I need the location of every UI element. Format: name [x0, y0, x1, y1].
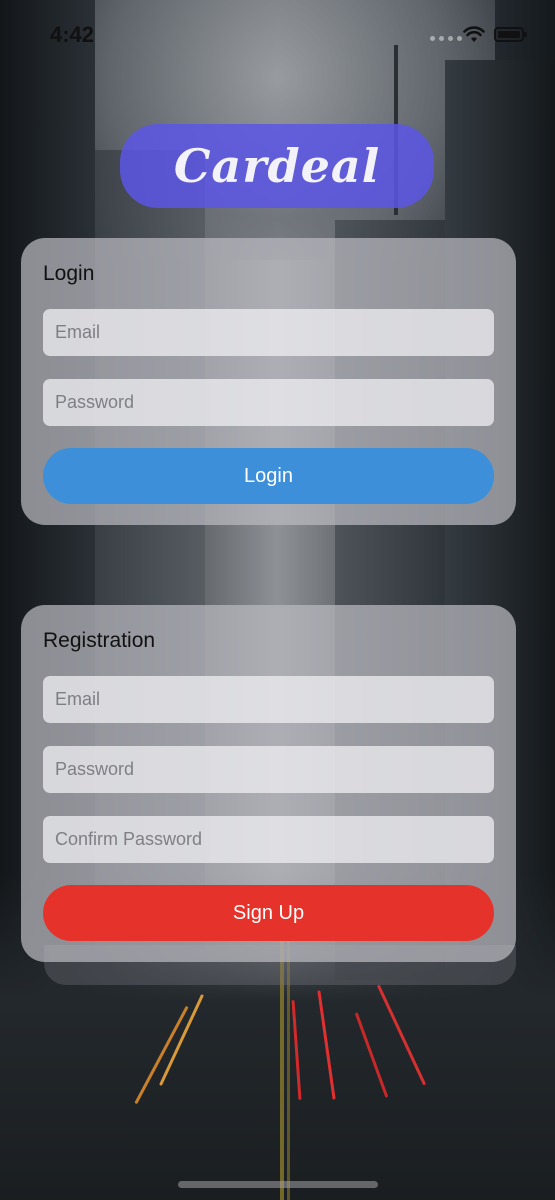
login-email-input[interactable] [53, 321, 494, 344]
registration-password-field[interactable] [43, 746, 494, 793]
app-logo-text: Cardeal [173, 139, 381, 193]
login-title: Login [43, 262, 95, 285]
wifi-icon [463, 26, 485, 42]
registration-password-input[interactable] [53, 758, 494, 781]
login-card: Login Login [21, 238, 516, 525]
login-button[interactable]: Login [43, 448, 494, 504]
registration-email-field[interactable] [43, 676, 494, 723]
registration-card: Registration Sign Up [21, 605, 516, 962]
login-password-input[interactable] [53, 391, 494, 414]
registration-confirm-password-input[interactable] [53, 828, 494, 851]
registration-email-input[interactable] [53, 688, 494, 711]
app-logo: Cardeal [120, 124, 434, 208]
status-time: 4:42 [50, 22, 95, 47]
status-bar: 4:42 [0, 0, 555, 70]
login-email-field[interactable] [43, 309, 494, 356]
sign-up-button[interactable]: Sign Up [43, 885, 494, 941]
login-password-field[interactable] [43, 379, 494, 426]
battery-icon [494, 27, 527, 42]
registration-title: Registration [43, 629, 156, 652]
registration-confirm-password-field[interactable] [43, 816, 494, 863]
home-indicator[interactable] [178, 1181, 378, 1188]
cellular-signal-icon [430, 36, 462, 41]
